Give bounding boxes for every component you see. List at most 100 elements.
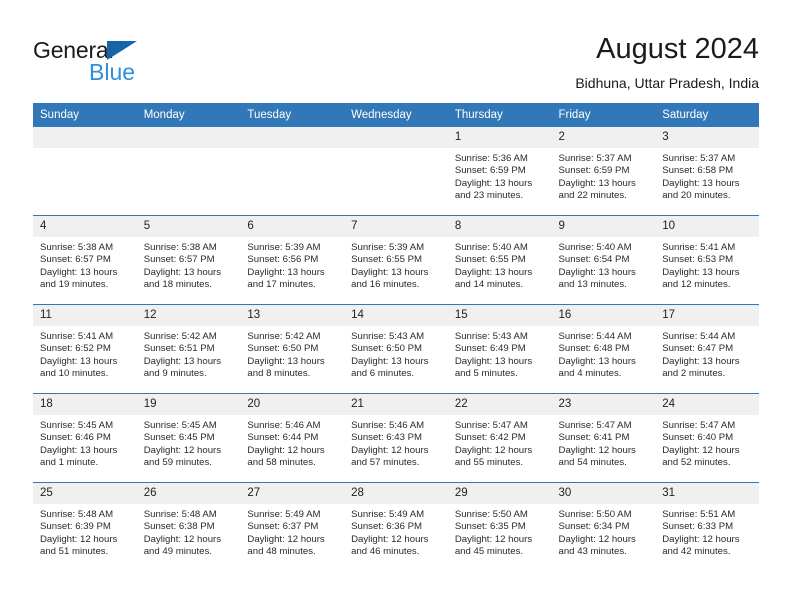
day-detail-line: Sunrise: 5:41 AM — [40, 331, 114, 342]
day-details: Sunrise: 5:40 AM Sunset: 6:54 PM Daylight:… — [552, 237, 656, 292]
day-details: Sunrise: 5:50 AM Sunset: 6:34 PM Daylight:… — [552, 504, 656, 559]
calendar-day-cell[interactable]: 3 Sunrise: 5:37 AM Sunset: 6:58 PM Daylight… — [655, 127, 759, 216]
calendar-day-cell[interactable]: 22 Sunrise: 5:47 AM Sunset: 6:42 PM Dayligh… — [447, 393, 552, 483]
day-detail-line: and 14 minutes. — [454, 279, 524, 291]
calendar-day-cell[interactable]: 10 Sunrise: 5:41 AM Sunset: 6:53 PM Dayligh… — [655, 215, 759, 305]
calendar-day-cell[interactable]: 18 Sunrise: 5:45 AM Sunset: 6:46 PM Dayligh… — [33, 393, 137, 483]
day-detail-line: Daylight: 13 hours — [662, 266, 740, 278]
day-number: 12 — [136, 305, 241, 326]
calendar-day-cell[interactable]: 26 Sunrise: 5:48 AM Sunset: 6:38 PM Dayligh… — [136, 482, 241, 571]
calendar-day-cell[interactable]: 15 Sunrise: 5:43 AM Sunset: 6:49 PM Dayligh… — [447, 304, 552, 394]
day-detail-line: Sunset: 6:50 PM — [247, 343, 319, 355]
calendar-day-cell[interactable]: 17 Sunrise: 5:44 AM Sunset: 6:47 PM Dayligh… — [655, 304, 759, 394]
calendar-day-cell[interactable]: 16 Sunrise: 5:44 AM Sunset: 6:48 PM Dayligh… — [551, 304, 656, 394]
calendar-table: Sunday Monday Tuesday Wednesday Thursday Frid… — [33, 103, 759, 571]
day-number: 2 — [551, 127, 656, 148]
day-detail-line: and 42 minutes. — [662, 546, 731, 558]
day-number: 25 — [33, 483, 137, 504]
day-detail-line: and 23 minutes. — [454, 190, 524, 202]
calendar-day-cell[interactable]: 4 Sunrise: 5:38 AM Sunset: 6:57 PM Daylight… — [33, 215, 137, 305]
day-details: Sunrise: 5:46 AM Sunset: 6:44 PM Daylight:… — [240, 415, 344, 470]
day-detail-line: and 12 minutes. — [662, 279, 731, 291]
day-detail-line: Sunrise: 5:48 AM — [40, 509, 114, 520]
calendar-day-cell-empty — [240, 127, 345, 216]
day-detail-line: Sunrise: 5:39 AM — [351, 242, 425, 253]
day-detail-line: Sunset: 6:51 PM — [143, 343, 215, 355]
day-detail-line: and 9 minutes. — [143, 368, 207, 380]
day-detail-line: and 8 minutes. — [247, 368, 311, 380]
calendar-day-cell[interactable]: 29 Sunrise: 5:50 AM Sunset: 6:35 PM Dayligh… — [447, 482, 552, 571]
calendar-week-row: 4 Sunrise: 5:38 AM Sunset: 6:57 PM Daylight… — [33, 215, 759, 305]
day-detail-line: Sunrise: 5:44 AM — [662, 331, 736, 342]
day-number: 27 — [240, 483, 345, 504]
calendar-day-cell[interactable]: 24 Sunrise: 5:47 AM Sunset: 6:40 PM Dayligh… — [655, 393, 759, 483]
calendar-day-cell[interactable]: 21 Sunrise: 5:46 AM Sunset: 6:43 PM Dayligh… — [344, 393, 448, 483]
day-details: Sunrise: 5:43 AM Sunset: 6:50 PM Daylight:… — [344, 326, 448, 381]
day-detail-line: Sunset: 6:55 PM — [454, 254, 526, 266]
calendar-day-cell[interactable]: 1 Sunrise: 5:36 AM Sunset: 6:59 PM Daylight… — [447, 127, 552, 216]
generalblue-logo[interactable]: General Blue — [33, 38, 203, 86]
day-detail-line: Sunrise: 5:43 AM — [351, 331, 425, 342]
day-number: 17 — [655, 305, 759, 326]
day-details: Sunrise: 5:37 AM Sunset: 6:58 PM Daylight:… — [655, 148, 759, 203]
day-number: 30 — [551, 483, 656, 504]
calendar-day-cell[interactable]: 14 Sunrise: 5:43 AM Sunset: 6:50 PM Dayligh… — [344, 304, 448, 394]
day-number: 16 — [551, 305, 656, 326]
day-number: 10 — [655, 216, 759, 237]
day-number: 19 — [136, 394, 241, 415]
day-detail-line: Daylight: 12 hours — [247, 533, 325, 545]
day-detail-line: Sunrise: 5:38 AM — [143, 242, 217, 253]
calendar-day-cell[interactable]: 11 Sunrise: 5:41 AM Sunset: 6:52 PM Dayligh… — [33, 304, 137, 394]
day-details: Sunrise: 5:44 AM Sunset: 6:47 PM Daylight:… — [655, 326, 759, 381]
calendar-day-cell[interactable]: 8 Sunrise: 5:40 AM Sunset: 6:55 PM Daylight… — [447, 215, 552, 305]
calendar-day-cell[interactable]: 28 Sunrise: 5:49 AM Sunset: 6:36 PM Dayligh… — [344, 482, 448, 571]
day-number: 3 — [655, 127, 759, 148]
day-detail-line: Daylight: 12 hours — [143, 444, 222, 456]
day-detail-line: Daylight: 12 hours — [454, 533, 533, 545]
day-detail-line: and 45 minutes. — [454, 546, 524, 558]
calendar-day-cell[interactable]: 27 Sunrise: 5:49 AM Sunset: 6:37 PM Dayligh… — [240, 482, 345, 571]
weekday-header-tuesday: Tuesday — [240, 103, 345, 127]
calendar-day-cell[interactable]: 25 Sunrise: 5:48 AM Sunset: 6:39 PM Dayligh… — [33, 482, 137, 571]
weekday-header-friday: Friday — [551, 103, 656, 127]
calendar-day-cell[interactable]: 9 Sunrise: 5:40 AM Sunset: 6:54 PM Daylight… — [551, 215, 656, 305]
day-details: Sunrise: 5:42 AM Sunset: 6:50 PM Daylight:… — [240, 326, 344, 381]
calendar-day-cell[interactable]: 7 Sunrise: 5:39 AM Sunset: 6:55 PM Daylight… — [344, 215, 448, 305]
page-title: August 2024 — [596, 33, 759, 65]
day-detail-line: Sunrise: 5:47 AM — [558, 420, 632, 431]
day-details: Sunrise: 5:49 AM Sunset: 6:37 PM Daylight:… — [240, 504, 344, 559]
calendar-day-cell[interactable]: 23 Sunrise: 5:47 AM Sunset: 6:41 PM Dayligh… — [551, 393, 656, 483]
calendar-day-cell[interactable]: 20 Sunrise: 5:46 AM Sunset: 6:44 PM Dayligh… — [240, 393, 345, 483]
day-details: Sunrise: 5:47 AM Sunset: 6:40 PM Daylight:… — [655, 415, 759, 470]
calendar-day-cell[interactable]: 5 Sunrise: 5:38 AM Sunset: 6:57 PM Daylight… — [136, 215, 241, 305]
calendar-day-cell[interactable]: 12 Sunrise: 5:42 AM Sunset: 6:51 PM Dayligh… — [136, 304, 241, 394]
calendar-day-cell[interactable]: 31 Sunrise: 5:51 AM Sunset: 6:33 PM Dayligh… — [655, 482, 759, 571]
day-detail-line: and 58 minutes. — [247, 457, 316, 469]
calendar-day-cell[interactable]: 2 Sunrise: 5:37 AM Sunset: 6:59 PM Daylight… — [551, 127, 656, 216]
day-detail-line: Sunset: 6:58 PM — [662, 165, 734, 177]
day-number: 8 — [447, 216, 552, 237]
calendar-day-cell[interactable]: 6 Sunrise: 5:39 AM Sunset: 6:56 PM Daylight… — [240, 215, 345, 305]
calendar-day-cell[interactable]: 30 Sunrise: 5:50 AM Sunset: 6:34 PM Dayligh… — [551, 482, 656, 571]
day-detail-line: Sunset: 6:37 PM — [247, 521, 319, 533]
day-number: 6 — [240, 216, 345, 237]
day-detail-line: and 43 minutes. — [558, 546, 627, 558]
location-subtitle: Bidhuna, Uttar Pradesh, India — [575, 75, 759, 91]
day-detail-line: Daylight: 13 hours — [247, 266, 325, 278]
day-detail-line: Sunset: 6:53 PM — [662, 254, 734, 266]
calendar-day-cell[interactable]: 13 Sunrise: 5:42 AM Sunset: 6:50 PM Dayligh… — [240, 304, 345, 394]
day-detail-line: Sunset: 6:47 PM — [662, 343, 734, 355]
day-number: 7 — [344, 216, 448, 237]
day-detail-line: Sunset: 6:48 PM — [558, 343, 630, 355]
day-detail-line: Daylight: 13 hours — [662, 355, 740, 367]
day-detail-line: Sunrise: 5:47 AM — [662, 420, 736, 431]
day-detail-line: and 49 minutes. — [143, 546, 212, 558]
day-detail-line: Daylight: 13 hours — [351, 355, 429, 367]
calendar-day-cell[interactable]: 19 Sunrise: 5:45 AM Sunset: 6:45 PM Dayligh… — [136, 393, 241, 483]
day-detail-line: and 59 minutes. — [143, 457, 212, 469]
day-detail-line: Sunset: 6:44 PM — [247, 432, 319, 444]
day-detail-line: Daylight: 13 hours — [143, 266, 222, 278]
day-number: 23 — [551, 394, 656, 415]
day-detail-line: Sunrise: 5:50 AM — [454, 509, 528, 520]
day-details: Sunrise: 5:43 AM Sunset: 6:49 PM Daylight:… — [448, 326, 552, 381]
